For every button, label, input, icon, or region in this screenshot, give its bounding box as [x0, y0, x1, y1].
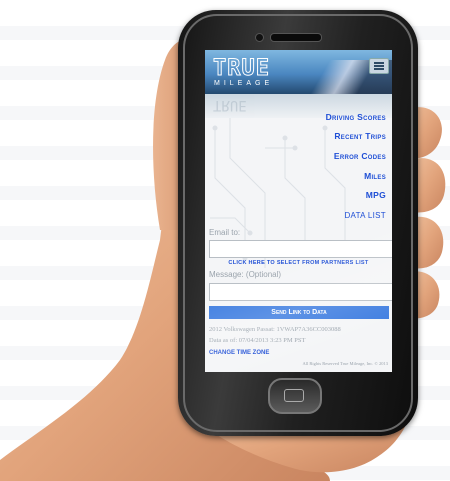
- nav-data-list[interactable]: DATA LIST: [344, 211, 386, 220]
- email-label: Email to:: [209, 228, 241, 237]
- message-field[interactable]: [209, 283, 392, 301]
- nav-error-codes[interactable]: Error Codes: [334, 151, 386, 161]
- partners-list-link[interactable]: CLICK HERE TO SELECT FROM PARTNERS LIST: [205, 260, 392, 266]
- nav-miles[interactable]: Miles: [364, 171, 386, 181]
- send-link-button[interactable]: Send Link to Data: [209, 306, 389, 319]
- email-field[interactable]: [209, 240, 392, 258]
- vehicle-info: 2012 Volkswagen Passat: 1VWAP7A36CC00308…: [209, 326, 341, 333]
- logo-subtitle: MILEAGE: [214, 80, 274, 87]
- nav-driving-scores[interactable]: Driving Scores: [326, 112, 386, 122]
- home-square-icon: [284, 389, 304, 402]
- message-label: Message: (Optional): [209, 270, 282, 279]
- phone-screen: TRUE MILEAGE TRUE Driving Scores Recent …: [205, 50, 392, 372]
- hamburger-menu-icon[interactable]: [369, 58, 389, 74]
- nav-mpg[interactable]: MPG: [366, 190, 386, 200]
- nav-recent-trips[interactable]: Recent Trips: [334, 131, 386, 141]
- data-timestamp: Data as of: 07/04/2013 3:23 PM PST: [209, 337, 306, 344]
- logo-reflection: TRUE: [213, 97, 247, 113]
- change-time-zone-link[interactable]: CHANGE TIME ZONE: [209, 350, 269, 356]
- copyright-text: All Rights Reserved True Mileage, Inc. ©…: [302, 361, 388, 366]
- home-button[interactable]: [268, 378, 322, 414]
- front-camera-icon: [255, 33, 264, 42]
- logo-wordmark: TRUE: [213, 56, 270, 82]
- header-banner: TRUE MILEAGE: [205, 50, 392, 94]
- speaker-grille: [270, 33, 322, 42]
